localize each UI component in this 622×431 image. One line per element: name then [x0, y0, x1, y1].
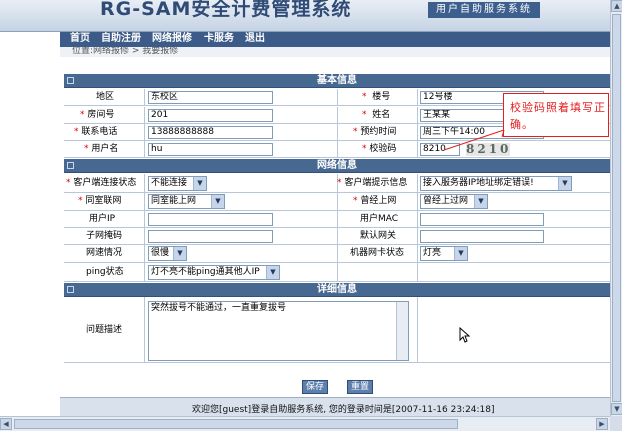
login-info-text: 欢迎您[guest]登录自助服务系统, 您的登录时间是[2007-11-16 2… — [192, 405, 495, 415]
app-banner: RG-SAM安全计费管理系统 用户自助服务系统 — [0, 0, 610, 32]
subnet-input[interactable] — [148, 230, 273, 243]
chevron-down-icon: ▼ — [193, 177, 206, 190]
phone-label: * 联系电话 — [74, 127, 118, 137]
save-button[interactable]: 保存 — [302, 380, 329, 394]
section-network-header: 网络信息 — [64, 159, 610, 173]
gateway-input[interactable] — [420, 230, 544, 243]
textarea-scrollbar[interactable] — [396, 302, 408, 360]
horizontal-scroll-thumb[interactable] — [14, 419, 458, 429]
horizontal-scrollbar[interactable]: ◀ ▶ — [0, 416, 610, 431]
chevron-down-icon: ▼ — [474, 195, 487, 208]
nav-card-service[interactable]: 卡服务 — [204, 33, 234, 45]
ever-online-label: * 曾经上网 — [353, 196, 397, 206]
subnet-label: 子网掩码 — [86, 231, 123, 241]
username-label: * 用户名 — [84, 144, 119, 154]
scroll-down-icon[interactable]: ▼ — [611, 403, 622, 415]
callout-pointer-icon — [443, 129, 505, 151]
chevron-down-icon: ▼ — [558, 177, 571, 190]
left-margin — [0, 32, 60, 416]
form-row-username: * 用户名 hu * 校验码 8210 — [64, 141, 610, 158]
appointment-label: * 预约时间 — [353, 127, 397, 137]
room-input[interactable]: 201 — [148, 109, 273, 122]
gateway-label: 默认网关 — [360, 231, 397, 241]
nic-select[interactable]: 灯亮 ▼ — [420, 246, 468, 261]
vertical-scrollbar[interactable]: ▲ ▼ — [610, 0, 622, 416]
section-network-title: 网络信息 — [317, 160, 357, 171]
district-input[interactable]: 东校区 — [148, 91, 273, 104]
app-subtitle: 用户自助服务系统 — [428, 2, 540, 18]
ping-select[interactable]: 灯不亮不能ping通其他人IP ▼ — [148, 265, 280, 280]
user-mac-label: 用户MAC — [360, 214, 399, 224]
main-nav: 首页 自助注册 网络报修 卡服务 退出 — [60, 32, 610, 47]
client-conn-select[interactable]: 不能连接 ▼ — [148, 176, 207, 191]
mouse-cursor-icon — [459, 327, 471, 343]
username-input[interactable]: hu — [148, 143, 273, 156]
chevron-down-icon: ▼ — [173, 247, 186, 260]
scroll-right-icon[interactable]: ▶ — [596, 418, 608, 430]
section-detail-title: 详细信息 — [317, 284, 357, 295]
nav-logout[interactable]: 退出 — [245, 33, 265, 45]
nic-label: 机器网卡状态 — [350, 248, 405, 258]
speed-label: 网速情况 — [86, 248, 123, 258]
app-title: RG-SAM安全计费管理系统 — [100, 0, 352, 20]
ever-online-select[interactable]: 曾经上过网 ▼ — [420, 194, 488, 209]
problem-text: 突然拔号不能通过，一直重复拔号 — [151, 303, 287, 313]
nav-network-repair[interactable]: 网络报修 — [152, 33, 192, 45]
scrollbar-corner — [610, 416, 622, 431]
nav-home[interactable]: 首页 — [70, 33, 90, 45]
captcha-label: * 校验码 — [362, 144, 397, 154]
form-row-ip: 用户IP 用户MAC — [64, 211, 610, 228]
chevron-down-icon: ▼ — [211, 195, 224, 208]
chevron-down-icon: ▼ — [266, 266, 279, 279]
section-detail-header: 详细信息 — [64, 283, 610, 297]
form-row-subnet: 子网掩码 默认网关 — [64, 228, 610, 245]
client-msg-label: * 客户端提示信息 — [337, 178, 408, 188]
client-conn-label: * 客户端连接状态 — [66, 178, 137, 188]
annotation-callout: 校验码照着填写正确。 — [503, 93, 609, 137]
speed-select[interactable]: 很慢 ▼ — [148, 246, 187, 261]
form-row-sameroom: * 同室联网 同室能上网 ▼ * 曾经上网 曾经上过网 ▼ — [64, 193, 610, 211]
name-label: * 姓名 — [362, 110, 391, 120]
same-room-label: * 同室联网 — [78, 196, 122, 206]
user-ip-label: 用户IP — [89, 214, 116, 224]
form-row-ping: ping状态 灯不亮不能ping通其他人IP ▼ — [64, 263, 610, 282]
building-label: * 楼号 — [362, 92, 391, 102]
form-row-speed: 网速情况 很慢 ▼ 机器网卡状态 灯亮 ▼ — [64, 245, 610, 263]
breadcrumb: 位置:网络报修 > 我要报修 — [60, 47, 610, 57]
same-room-select[interactable]: 同室能上网 ▼ — [148, 194, 225, 209]
ping-label: ping状态 — [86, 267, 124, 277]
page-viewport: RG-SAM安全计费管理系统 用户自助服务系统 首页 自助注册 网络报修 卡服务… — [0, 0, 610, 416]
problem-label: 问题描述 — [86, 325, 123, 335]
user-mac-input[interactable] — [420, 213, 544, 226]
scroll-left-icon[interactable]: ◀ — [0, 418, 12, 430]
user-ip-input[interactable] — [148, 213, 273, 226]
callout-text: 校验码照着填写正确。 — [510, 101, 606, 131]
status-footer: 欢迎您[guest]登录自助服务系统, 您的登录时间是[2007-11-16 2… — [60, 397, 610, 416]
vertical-scroll-thumb[interactable] — [612, 14, 621, 402]
chevron-down-icon: ▼ — [454, 247, 467, 260]
phone-input[interactable]: 13888888888 — [148, 126, 273, 139]
client-msg-select[interactable]: 接入服务器IP地址绑定错误! ▼ — [420, 176, 572, 191]
section-basic-title: 基本信息 — [317, 75, 357, 86]
problem-textarea[interactable]: 突然拔号不能通过，一直重复拔号 — [148, 301, 409, 361]
nav-self-register[interactable]: 自助注册 — [101, 33, 141, 45]
reset-button[interactable]: 重置 — [347, 380, 374, 394]
district-label: 地区 — [96, 92, 115, 102]
breadcrumb-text: 位置:网络报修 > 我要报修 — [72, 47, 179, 56]
form-row-client: * 客户端连接状态 不能连接 ▼ * 客户端提示信息 接入服务器IP地址绑定错误!… — [64, 174, 610, 193]
scroll-up-icon[interactable]: ▲ — [611, 0, 622, 12]
form-row-problem: 问题描述 突然拔号不能通过，一直重复拔号 — [64, 297, 610, 363]
room-label: * 房间号 — [80, 110, 115, 120]
section-basic-header: 基本信息 — [64, 74, 610, 88]
